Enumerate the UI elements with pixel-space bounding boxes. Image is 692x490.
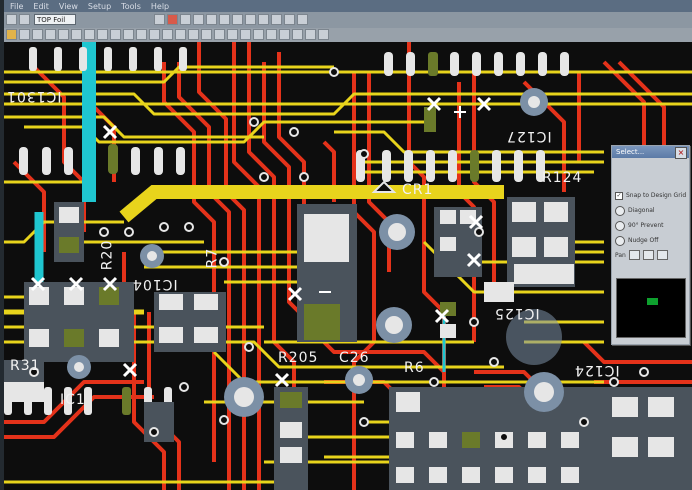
radio-icon[interactable] <box>615 235 625 246</box>
palette-option-label: 90° Prevent <box>628 222 664 229</box>
line-icon[interactable] <box>97 29 108 40</box>
help-icon[interactable] <box>297 14 308 25</box>
silk-label: IC104 <box>132 276 178 292</box>
silk-label: R31 <box>10 358 41 374</box>
pad-icon[interactable] <box>58 29 69 40</box>
silk-label: IC1301 <box>6 88 62 104</box>
palette-zoom-label: Pan <box>615 251 626 259</box>
align-icon[interactable] <box>201 29 212 40</box>
menu-setup[interactable]: Setup <box>88 2 111 11</box>
palette-option-label: Nudge Off <box>628 237 659 244</box>
silk-label: R20 <box>99 239 116 271</box>
flip-icon[interactable] <box>188 29 199 40</box>
dimension-icon[interactable] <box>318 29 329 40</box>
rect-icon[interactable] <box>136 29 147 40</box>
menu-view[interactable]: View <box>59 2 78 11</box>
highlight-icon[interactable] <box>266 29 277 40</box>
main-toolbar: TOP Foil <box>4 12 692 29</box>
zoom-out-icon[interactable] <box>642 250 654 260</box>
redraw-icon[interactable] <box>206 14 217 25</box>
zoom-fit-icon[interactable] <box>656 250 668 260</box>
silk-label: IC125 <box>494 305 540 321</box>
silk-label: CR1 <box>402 182 434 198</box>
viewport-indicator[interactable] <box>647 298 658 305</box>
stop-icon[interactable] <box>167 14 178 25</box>
drill-icon[interactable] <box>279 29 290 40</box>
ungroup-icon[interactable] <box>227 29 238 40</box>
silk-label: R124 <box>542 170 583 186</box>
silk-label: R7 <box>204 247 221 269</box>
palette-option-label: Snap to Design Grid <box>626 192 687 199</box>
drc-icon[interactable] <box>258 14 269 25</box>
screen-frame: File Edit View Setup Tools Help TOP Foil <box>0 0 692 490</box>
radio-icon[interactable] <box>615 220 625 231</box>
pcb-editor-window: File Edit View Setup Tools Help TOP Foil <box>4 0 692 490</box>
lock-icon[interactable] <box>240 29 251 40</box>
silk-label: R205 <box>278 350 319 366</box>
via-icon[interactable] <box>45 29 56 40</box>
copper-icon[interactable] <box>292 29 303 40</box>
layers-icon[interactable] <box>232 14 243 25</box>
silk-label: R6 <box>404 360 425 376</box>
palette-option[interactable]: Diagonal <box>612 203 689 218</box>
route-icon[interactable] <box>271 14 282 25</box>
measure-icon[interactable] <box>284 14 295 25</box>
arc-icon[interactable] <box>110 29 121 40</box>
palette-zoom-row: Pan <box>612 248 689 262</box>
pcb-canvas[interactable]: IC1301 R124 CR1 IC124 IC125 IC104 IC127 … <box>4 42 692 490</box>
layer-select[interactable]: TOP Foil <box>34 14 76 25</box>
group-icon[interactable] <box>214 29 225 40</box>
net-icon[interactable] <box>162 29 173 40</box>
close-icon[interactable]: × <box>675 147 687 159</box>
circle-icon[interactable] <box>123 29 134 40</box>
silk-label: IC124 <box>574 362 620 378</box>
silk-label: IC127 <box>506 128 552 144</box>
new-icon[interactable] <box>6 14 17 25</box>
palette-title[interactable]: Select... × <box>612 146 689 159</box>
silk-label: C26 <box>339 350 370 366</box>
palette-option-label: Diagonal <box>628 207 655 214</box>
text-icon[interactable] <box>84 29 95 40</box>
palette-option[interactable]: ✓ Snap to Design Grid <box>612 188 689 203</box>
zoom-out-icon[interactable] <box>180 14 191 25</box>
properties-icon[interactable] <box>245 14 256 25</box>
silk-label: IC1 <box>60 392 86 408</box>
zoom-in-icon[interactable] <box>628 250 640 260</box>
menu-file[interactable]: File <box>10 2 23 11</box>
keepout-icon[interactable] <box>305 29 316 40</box>
checkbox-icon[interactable]: ✓ <box>615 191 623 200</box>
grid-icon[interactable] <box>219 14 230 25</box>
open-icon[interactable] <box>19 14 30 25</box>
zoom-in-icon[interactable] <box>154 14 165 25</box>
rotate-icon[interactable] <box>175 29 186 40</box>
board-overview[interactable] <box>616 278 686 338</box>
menu-edit[interactable]: Edit <box>33 2 49 11</box>
polygon-icon[interactable] <box>71 29 82 40</box>
tool-palette: Select... × ✓ Snap to Design Grid Diagon… <box>611 145 690 345</box>
radio-icon[interactable] <box>615 205 625 216</box>
menu-tools[interactable]: Tools <box>121 2 141 11</box>
unlock-icon[interactable] <box>253 29 264 40</box>
component-icon[interactable] <box>149 29 160 40</box>
tool-toolbar <box>4 28 692 43</box>
arrow-icon[interactable] <box>19 29 30 40</box>
palette-option[interactable]: 90° Prevent <box>612 218 689 233</box>
palette-option[interactable]: Nudge Off <box>612 233 689 248</box>
select-tool-icon[interactable] <box>6 29 17 40</box>
zoom-fit-icon[interactable] <box>193 14 204 25</box>
palette-title-text: Select... <box>616 148 645 156</box>
trace-icon[interactable] <box>32 29 43 40</box>
menu-bar: File Edit View Setup Tools Help <box>4 0 692 12</box>
menu-help[interactable]: Help <box>151 2 169 11</box>
